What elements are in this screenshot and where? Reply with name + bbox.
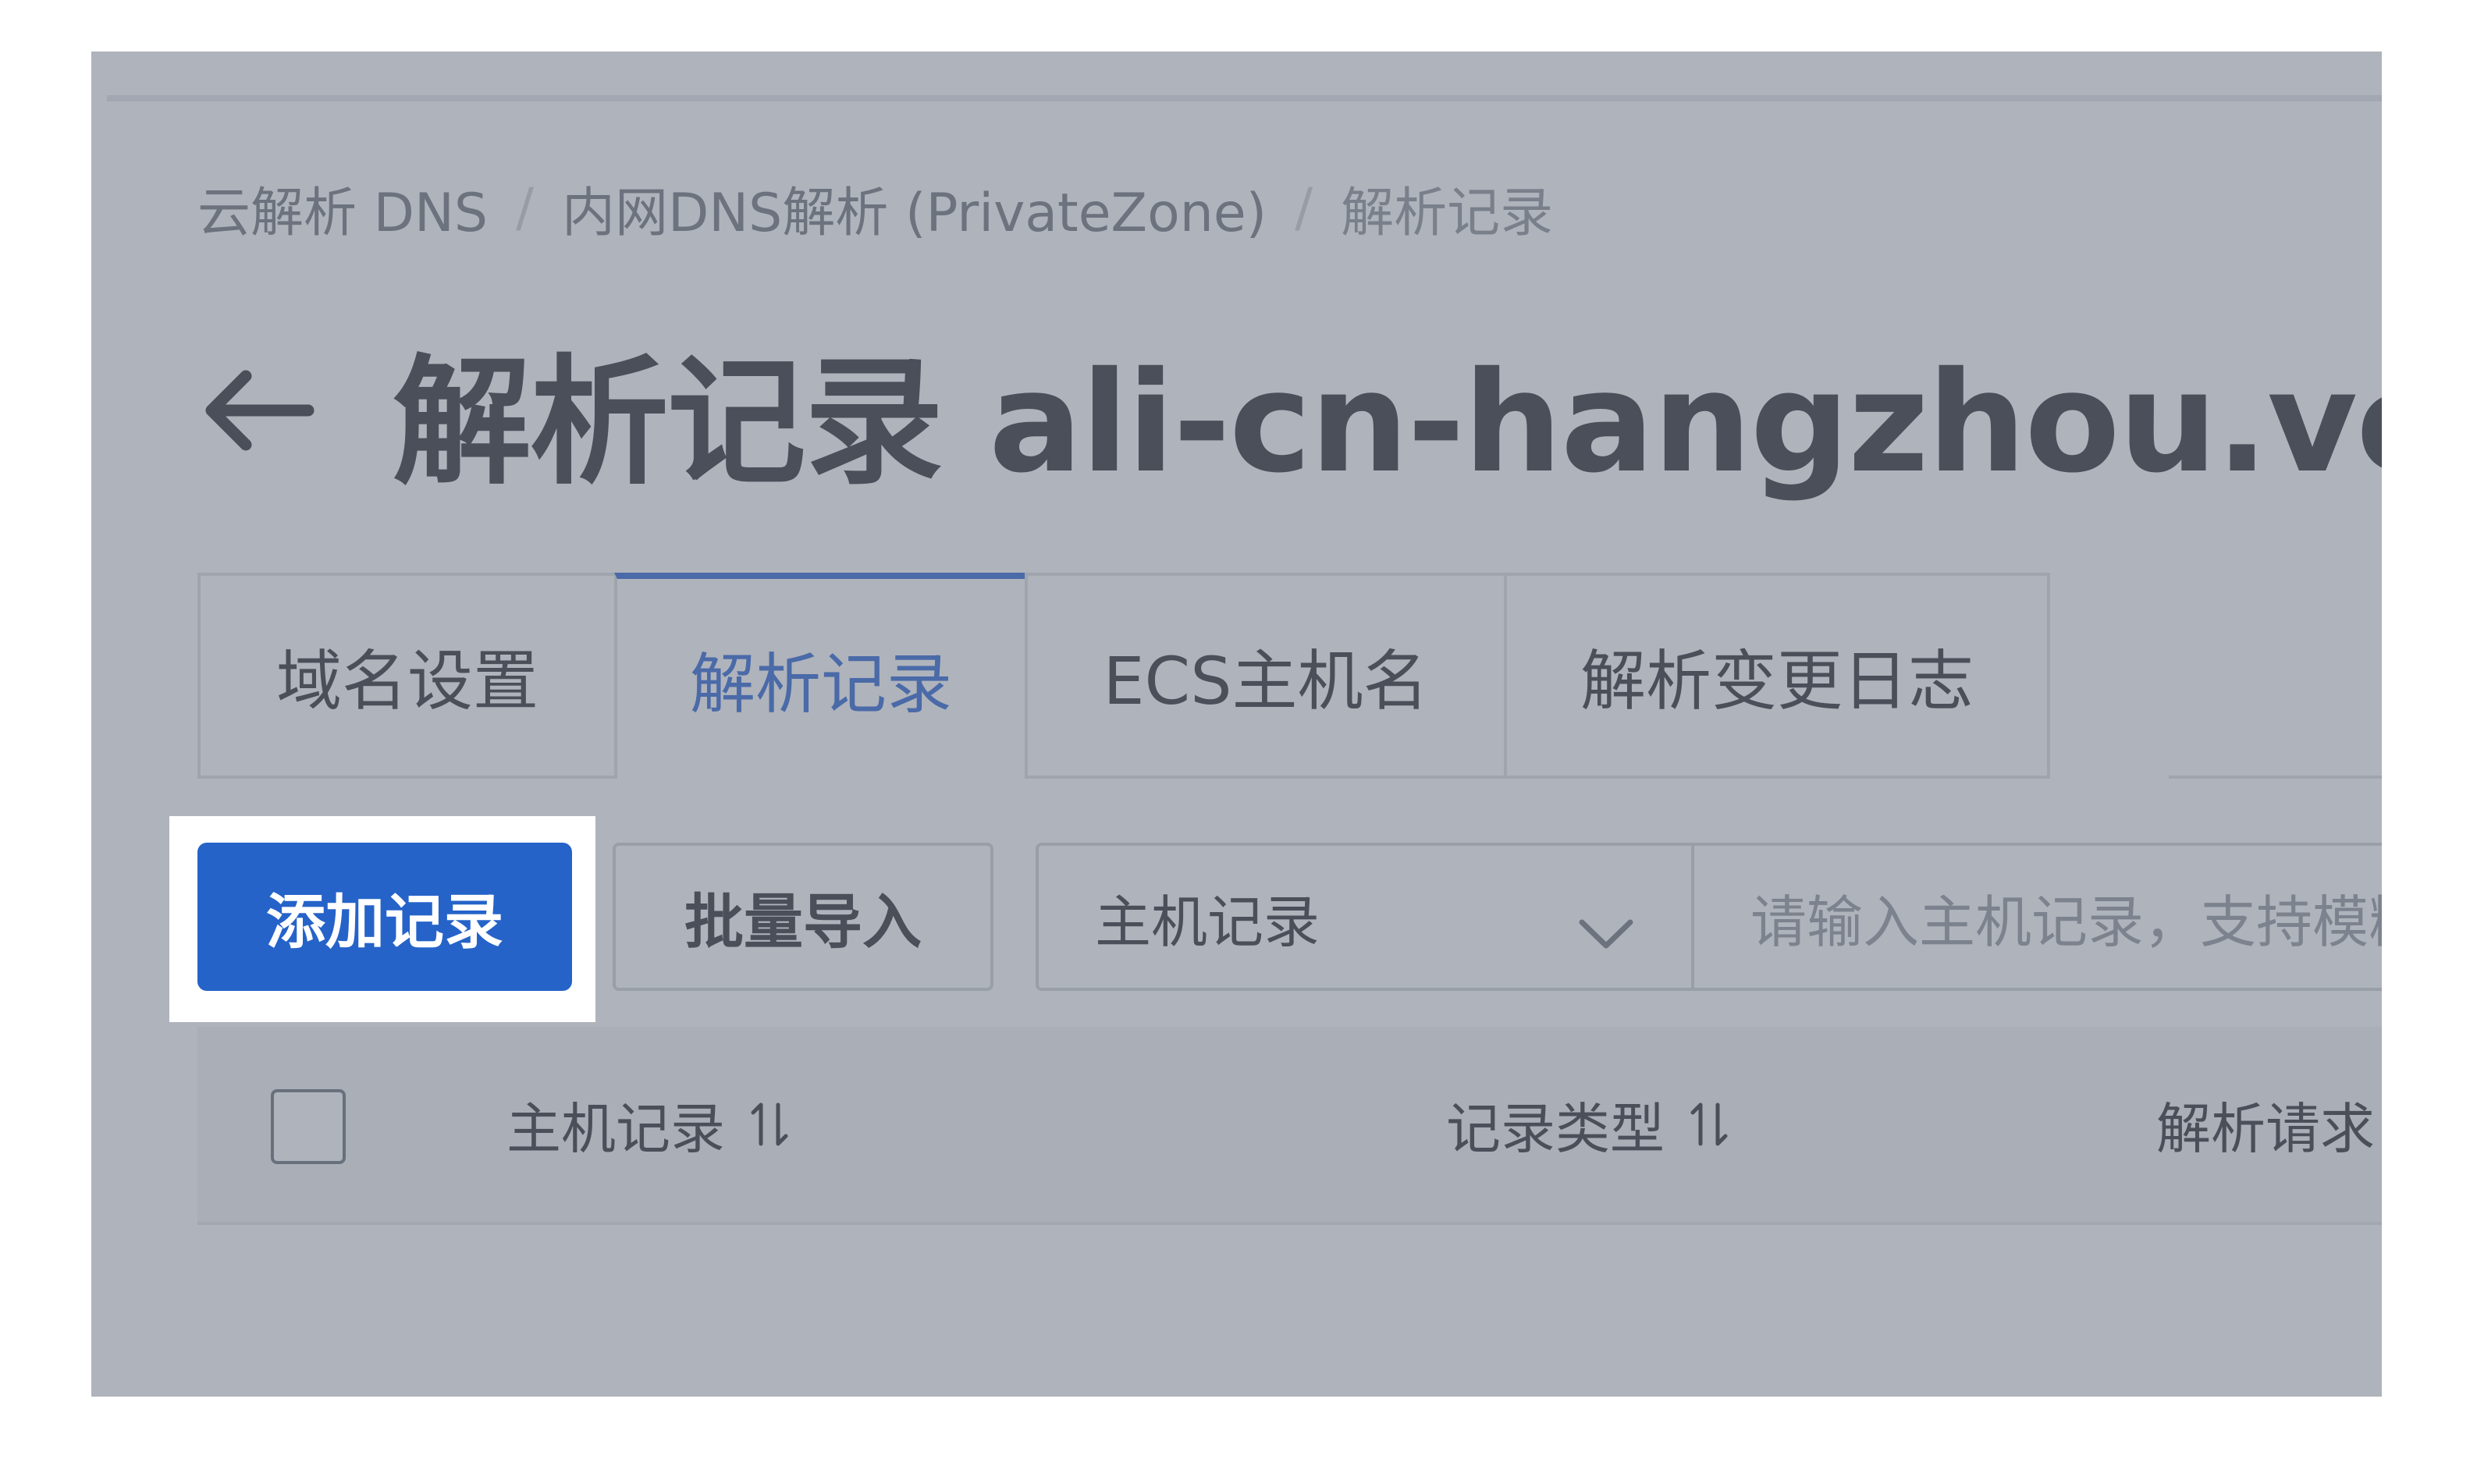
tab-bar-baseline [2169,776,2382,779]
batch-import-button[interactable]: 批量导入 [613,843,993,991]
breadcrumb-separator: / [1295,176,1313,239]
breadcrumb: 云解析 DNS / 内网DNS解析 (PrivateZone) / 解析记录 [197,165,1553,250]
sort-icon[interactable] [1685,1102,1733,1147]
breadcrumb-item-current: 解析记录 [1341,182,1554,244]
tab-resolution-records[interactable]: 解析记录 [614,573,1025,779]
breadcrumb-item-privatezone[interactable]: 内网DNS解析 (PrivateZone) [562,169,1267,247]
tab-change-log[interactable]: 解析变更日志 [1504,573,2050,779]
tab-domain-settings[interactable]: 域名设置 [197,573,614,779]
column-header-record-type[interactable]: 记录类型 [1446,1027,1733,1222]
breadcrumb-item-dns[interactable]: 云解析 DNS [197,169,488,247]
sort-icon[interactable] [745,1102,794,1147]
search-placeholder: 请输入主机记录，支持模糊 [1750,889,2382,955]
tab-bar: 域名设置 解析记录 ECS主机名 解析变更日志 [197,573,2050,779]
breadcrumb-separator: / [516,176,534,239]
tab-ecs-hostname[interactable]: ECS主机名 [1025,573,1504,779]
page-title: 解析记录 ali-cn-hangzhou.vectordb [393,341,2382,503]
column-header-resolution-requests[interactable]: 解析请求 [2156,1027,2375,1222]
select-all-checkbox[interactable] [271,1089,346,1164]
column-header-label: 解析请求 [2156,1096,2375,1161]
column-header-label: 主机记录 [506,1096,725,1161]
search-input[interactable]: 请输入主机记录，支持模糊 [1691,843,2382,991]
top-divider [107,95,2382,101]
back-arrow-icon[interactable] [197,364,315,457]
table-header: 主机记录 记录类型 解析请求 [197,1027,2382,1225]
filter-field-value: 主机记录 [1095,889,1320,955]
add-record-button[interactable]: 添加记录 [197,843,572,991]
page-header: 解析记录 ali-cn-hangzhou.vectordb [197,340,2382,503]
console-screenshot: 云解析 DNS / 内网DNS解析 (PrivateZone) / 解析记录 解… [91,51,2382,1397]
chevron-down-icon [1577,900,1635,949]
filter-field-select[interactable]: 主机记录 [1036,843,1691,991]
column-header-label: 记录类型 [1446,1096,1665,1161]
column-header-host-record[interactable]: 主机记录 [506,1027,794,1222]
